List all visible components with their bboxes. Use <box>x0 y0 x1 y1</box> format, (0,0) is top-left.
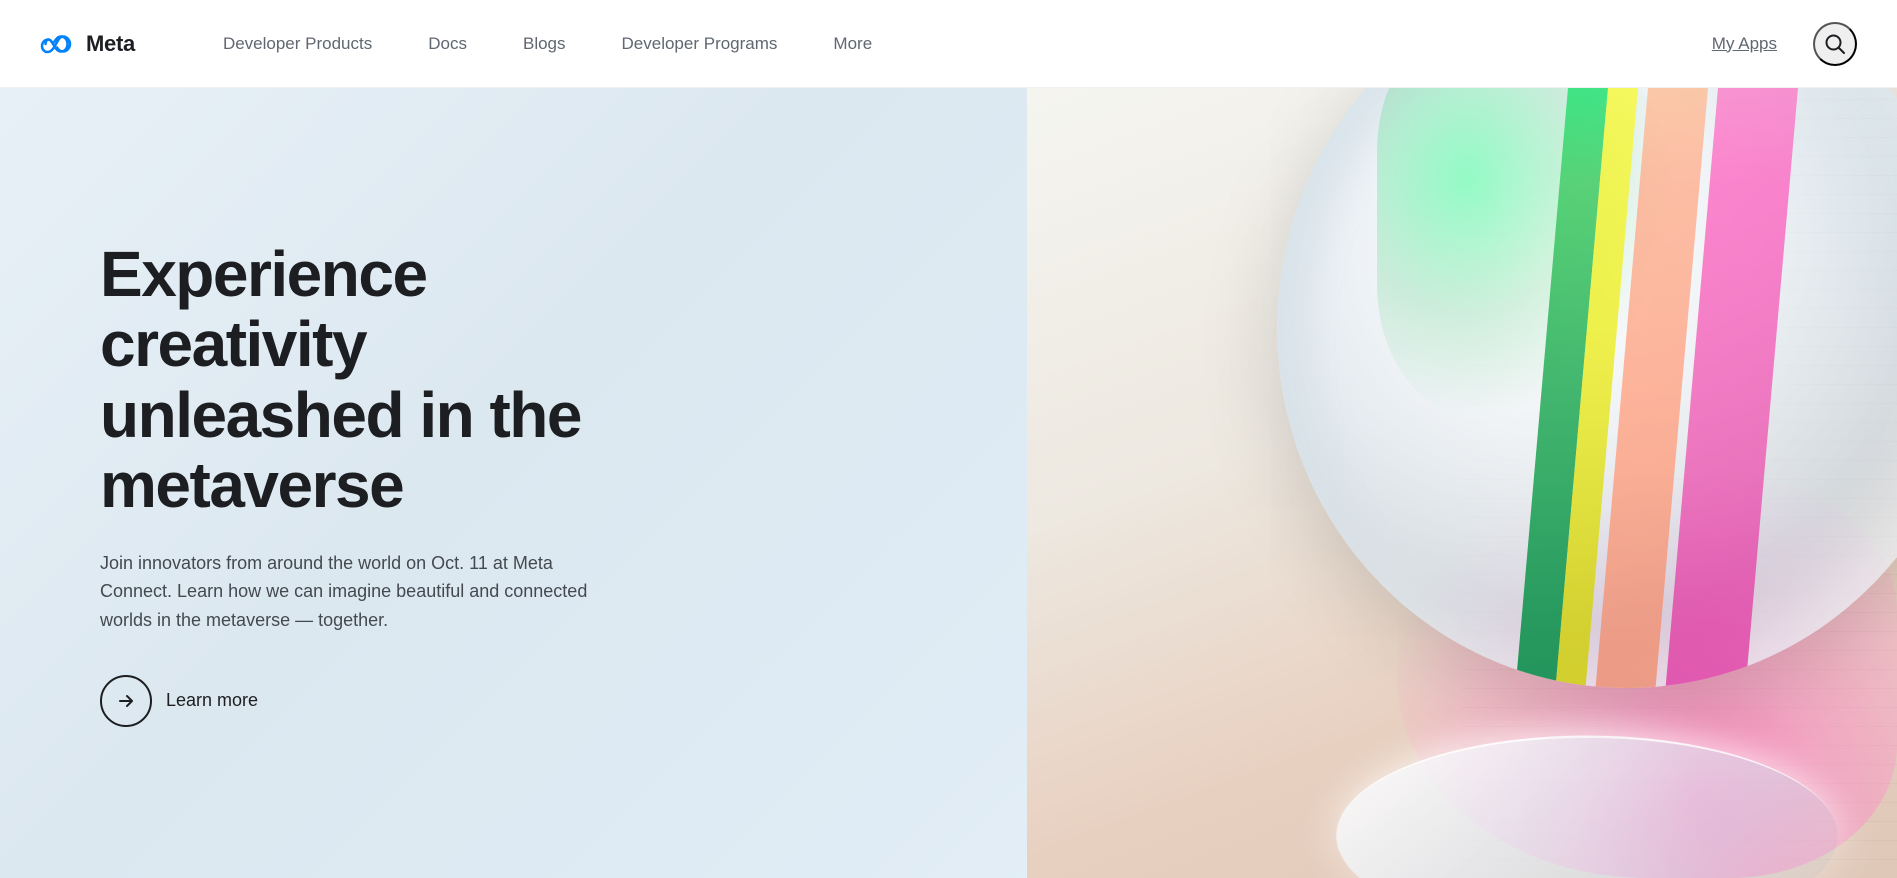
nav-more[interactable]: More <box>805 0 900 88</box>
search-icon <box>1824 33 1846 55</box>
main-nav: Developer Products Docs Blogs Developer … <box>195 0 1684 88</box>
nav-blogs[interactable]: Blogs <box>495 0 594 88</box>
nav-developer-products[interactable]: Developer Products <box>195 0 400 88</box>
learn-more-button[interactable]: Learn more <box>100 675 680 727</box>
learn-more-label: Learn more <box>166 690 258 711</box>
nav-developer-programs[interactable]: Developer Programs <box>594 0 806 88</box>
navbar: Meta Developer Products Docs Blogs Devel… <box>0 0 1897 88</box>
arrow-right-icon <box>117 692 135 710</box>
nav-docs[interactable]: Docs <box>400 0 495 88</box>
hero-image-canvas <box>1027 88 1897 878</box>
hero-content: Experience creativity unleashed in the m… <box>0 239 680 727</box>
hero-image <box>1027 88 1897 878</box>
logo-text: Meta <box>86 31 135 57</box>
navbar-right: My Apps <box>1684 0 1857 88</box>
hero-section: Experience creativity unleashed in the m… <box>0 88 1897 878</box>
meta-infinity-icon <box>40 33 78 55</box>
meta-logo[interactable]: Meta <box>40 31 135 57</box>
hero-subtitle: Join innovators from around the world on… <box>100 549 620 635</box>
my-apps-button[interactable]: My Apps <box>1684 0 1805 88</box>
hero-title: Experience creativity unleashed in the m… <box>100 239 680 521</box>
search-button[interactable] <box>1813 22 1857 66</box>
learn-more-circle-icon <box>100 675 152 727</box>
